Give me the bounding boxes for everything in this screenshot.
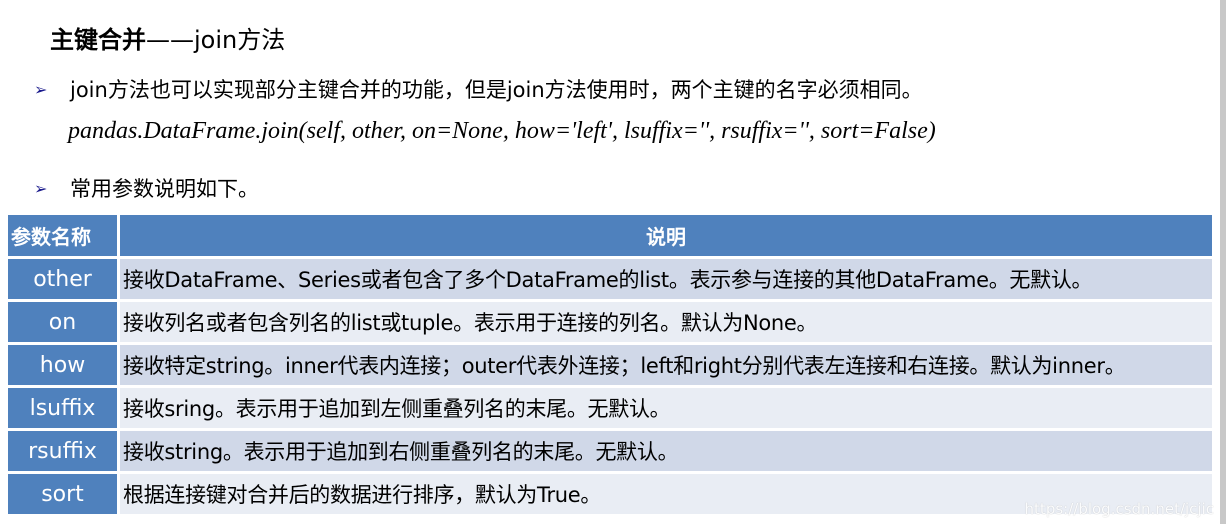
- bullet-item: ➢ join方法也可以实现部分主键合并的功能，但是join方法使用时，两个主键的名…: [34, 74, 923, 104]
- table-row: rsuffix 接收string。表示用于追加到右侧重叠列名的末尾。无默认。: [8, 431, 1212, 474]
- function-signature: pandas.DataFrame.join(self, other, on=No…: [68, 118, 936, 144]
- table-row: on 接收列名或者包含列名的list或tuple。表示用于连接的列名。默认为Non…: [8, 302, 1212, 345]
- table-row: other 接收DataFrame、Series或者包含了多个DataFrame的…: [8, 259, 1212, 302]
- param-name: how: [8, 345, 120, 388]
- title-bold: 主键合并: [50, 26, 146, 54]
- table-header: 参数名称 说明: [8, 215, 1212, 259]
- param-desc: 接收DataFrame、Series或者包含了多个DataFrame的list。…: [120, 259, 1212, 302]
- param-desc: 接收特定string。inner代表内连接；outer代表外连接；left和ri…: [120, 345, 1212, 388]
- param-name: sort: [8, 474, 120, 517]
- param-desc: 接收string。表示用于追加到右侧重叠列名的末尾。无默认。: [120, 431, 1212, 474]
- parameter-table: 参数名称 说明 other 接收DataFrame、Series或者包含了多个Da…: [8, 215, 1212, 517]
- table-row: lsuffix 接收sring。表示用于追加到左侧重叠列名的末尾。无默认。: [8, 388, 1212, 431]
- right-border: [1220, 0, 1226, 524]
- slide-title: 主键合并——join方法: [50, 20, 285, 55]
- param-name: lsuffix: [8, 388, 120, 431]
- param-name: on: [8, 302, 120, 345]
- watermark: https://blog.csdn.net/jcjic: [1024, 500, 1214, 518]
- param-name: other: [8, 259, 120, 302]
- param-desc: 接收sring。表示用于追加到左侧重叠列名的末尾。无默认。: [120, 388, 1212, 431]
- header-param-name: 参数名称: [8, 215, 120, 259]
- table-row: how 接收特定string。inner代表内连接；outer代表外连接；left…: [8, 345, 1212, 388]
- arrow-bullet-icon: ➢: [34, 178, 48, 198]
- arrow-bullet-icon: ➢: [34, 79, 48, 99]
- param-desc: 接收列名或者包含列名的list或tuple。表示用于连接的列名。默认为None。: [120, 302, 1212, 345]
- bullet-text: join方法也可以实现部分主键合并的功能，但是join方法使用时，两个主键的名字…: [70, 78, 923, 102]
- title-rest: ——join方法: [146, 26, 286, 54]
- header-description: 说明: [120, 215, 1212, 259]
- param-name: rsuffix: [8, 431, 120, 474]
- bullet-text: 常用参数说明如下。: [70, 177, 259, 201]
- bullet-item: ➢ 常用参数说明如下。: [34, 173, 259, 203]
